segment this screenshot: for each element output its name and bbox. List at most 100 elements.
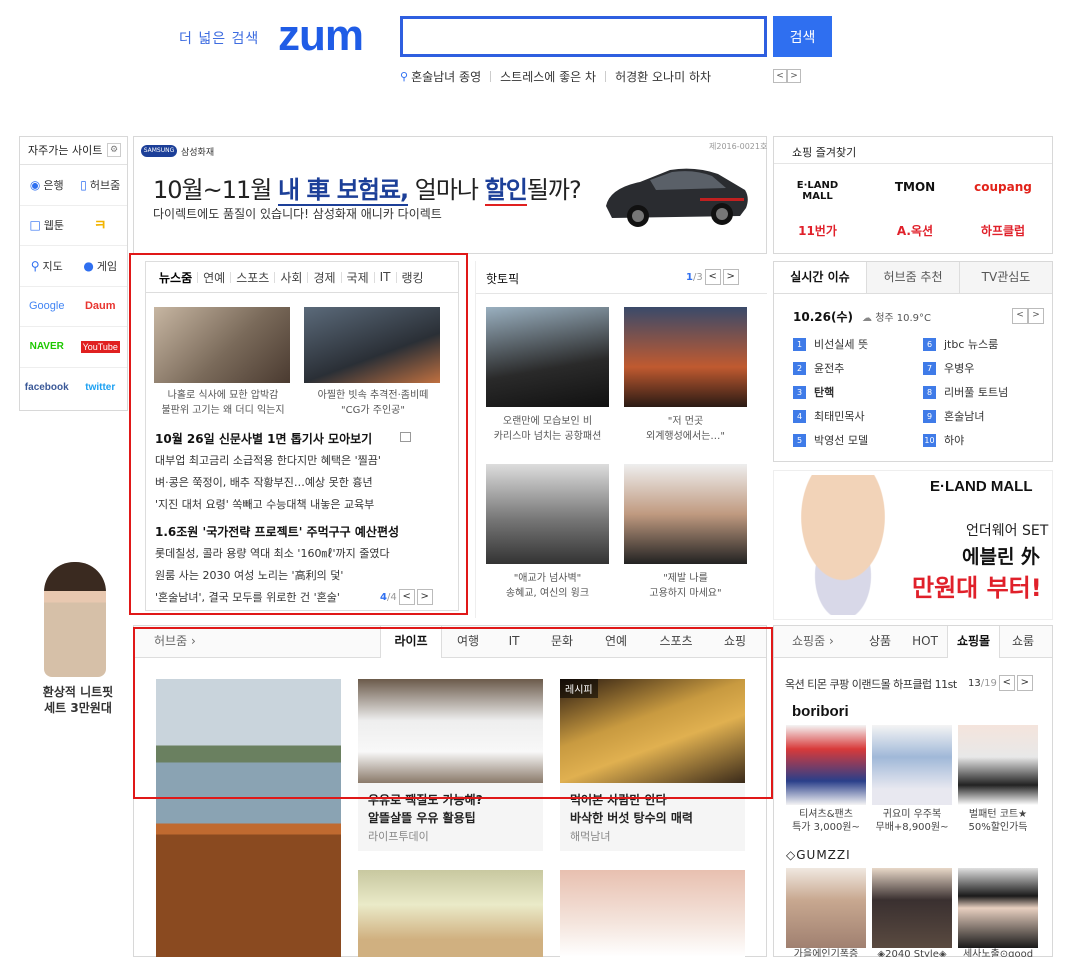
hubzum-card-title[interactable]: 우유로 팩질도 가능해? 알뜰살뜰 우유 활용팁 xyxy=(368,791,483,827)
hot-topic-caption[interactable]: 오랜만에 모습보인 비 카리스마 넘치는 공항패션 xyxy=(482,414,613,444)
news-item[interactable]: 롯데칠성, 콜라 용량 역대 최소 '160㎖'까지 줄였다 xyxy=(155,545,390,561)
product-caption[interactable]: 벌패턴 코트★ 50%할인가득 xyxy=(958,808,1038,834)
site-game[interactable]: ● 게임 xyxy=(74,246,128,286)
rank-item[interactable]: 3 탄핵 xyxy=(793,384,834,400)
mall-list[interactable]: 옥션 티몬 쿠팡 이랜드몰 하프클럽 11st xyxy=(785,676,957,692)
site-facebook[interactable]: facebook xyxy=(20,368,74,409)
hubzum-title[interactable]: 허브줌 › xyxy=(154,626,214,658)
shop-auction[interactable]: A.옥션 xyxy=(885,222,945,239)
trending-item[interactable]: 혼술남녀 종영 xyxy=(411,68,481,85)
tab-realtime[interactable]: 실시간 이슈 xyxy=(774,262,866,293)
site-kb[interactable]: ㅋ xyxy=(74,206,128,246)
product-image[interactable] xyxy=(786,868,866,948)
site-map[interactable]: ⚲ 지도 xyxy=(20,246,74,286)
hot-topic-photo[interactable] xyxy=(486,464,609,564)
news-item[interactable]: '지진 대처 요령' 쏙빼고 수능대책 내놓은 교육부 xyxy=(155,496,374,512)
rank-item[interactable]: 2 윤전추 xyxy=(793,360,844,376)
rank-item[interactable]: 5 박영선 모델 xyxy=(793,432,868,448)
rank-item[interactable]: 4 최태민목사 xyxy=(793,408,865,424)
product-image[interactable] xyxy=(958,725,1038,805)
shop-tmon[interactable]: TMON xyxy=(885,180,945,194)
news-item[interactable]: '혼술남녀', 결국 모두를 위로한 건 '혼술' xyxy=(155,589,340,605)
product-image[interactable] xyxy=(872,868,952,948)
product-caption[interactable]: 가을에인기폭증 xyxy=(786,948,866,957)
tab-tv-interest[interactable]: TV관심도 xyxy=(959,262,1052,293)
next-arrow-icon[interactable]: > xyxy=(722,269,739,285)
site-daum[interactable]: Daum xyxy=(74,287,128,327)
news-photo[interactable] xyxy=(304,307,440,383)
rank-item[interactable]: 7 우병우 xyxy=(923,360,974,376)
product-caption[interactable]: ◈2040 Style◈ xyxy=(872,948,952,957)
tab-life[interactable]: 라이프 xyxy=(380,626,442,658)
rank-item[interactable]: 8 리버풀 토트넘 xyxy=(923,384,1008,400)
product-image[interactable] xyxy=(958,868,1038,948)
next-arrow-icon[interactable]: > xyxy=(787,69,801,83)
news-photo-caption[interactable]: 아찔한 빗속 추격전·좀비떼 "CG가 주인공" xyxy=(300,388,446,418)
gear-icon[interactable]: ⚙ xyxy=(107,143,121,157)
tab-world[interactable]: 국제 xyxy=(342,269,374,286)
tab-ranking[interactable]: 랭킹 xyxy=(397,269,429,286)
tab-hot[interactable]: HOT xyxy=(908,626,942,658)
product-image[interactable] xyxy=(872,725,952,805)
hot-topic-photo[interactable] xyxy=(624,307,747,407)
trending-item[interactable]: 스트레스에 좋은 차 xyxy=(500,68,596,85)
shop-halfclub[interactable]: 하프클럽 xyxy=(970,222,1036,239)
trending-item[interactable]: 허경환 오나미 하차 xyxy=(615,68,711,85)
tab-it[interactable]: IT xyxy=(494,626,534,658)
tab-showroom[interactable]: 쇼룸 xyxy=(1006,626,1040,658)
boribori-logo[interactable]: boribori xyxy=(792,703,849,720)
rank-item[interactable]: 10 하야 xyxy=(923,432,964,448)
tab-travel[interactable]: 여행 xyxy=(442,626,494,658)
tab-economy[interactable]: 경제 xyxy=(308,269,340,286)
tab-hubzum-recommend[interactable]: 허브줌 추천 xyxy=(866,262,959,293)
site-twitter[interactable]: twitter xyxy=(74,368,128,409)
prev-arrow-icon[interactable]: < xyxy=(398,589,415,605)
site-webtoon[interactable]: □ 웹툰 xyxy=(20,206,74,246)
news-photo[interactable] xyxy=(154,307,290,383)
rank-item[interactable]: 6 jtbc 뉴스룸 xyxy=(923,336,998,352)
prev-arrow-icon[interactable]: < xyxy=(704,269,721,285)
hot-topic-photo[interactable] xyxy=(624,464,747,564)
tab-shopping-mall[interactable]: 쇼핑몰 xyxy=(947,626,1000,658)
site-youtube[interactable]: YouTube xyxy=(74,327,128,367)
hubzum-card-title[interactable]: 먹어본 사람만 안다 바삭한 버섯 탕수의 매력 xyxy=(570,791,693,827)
news-photo-caption[interactable]: 나홀로 식사에 묘한 압박감 불판위 고기는 왜 더디 익는지 xyxy=(150,388,296,418)
product-image[interactable] xyxy=(786,725,866,805)
left-ad-image[interactable] xyxy=(44,562,106,677)
news-headline[interactable]: 1.6조원 '국가전략 프로젝트' 주먹구구 예산편성 xyxy=(155,523,399,540)
next-arrow-icon[interactable]: > xyxy=(416,589,433,605)
tab-sports[interactable]: 스포츠 xyxy=(642,626,710,658)
tab-society[interactable]: 사회 xyxy=(275,269,307,286)
news-item[interactable]: 대부업 최고금리 소급적용 한다지만 혜택은 '찔끔' xyxy=(155,452,381,468)
hot-topic-photo[interactable] xyxy=(486,307,609,407)
tab-shopping[interactable]: 쇼핑 xyxy=(710,626,760,658)
hubzum-card-image[interactable] xyxy=(358,679,543,783)
search-button[interactable]: 검색 xyxy=(773,16,832,57)
search-input[interactable] xyxy=(400,16,767,57)
prev-arrow-icon[interactable]: < xyxy=(773,69,787,83)
rank-item[interactable]: 1 비선실세 뜻 xyxy=(793,336,868,352)
hot-topic-caption[interactable]: "제발 나를 고용하지 마세요" xyxy=(620,571,751,601)
news-headline[interactable]: 10월 26일 신문사별 1면 톱기사 모아보기 xyxy=(155,430,372,447)
hubzum-card-image[interactable] xyxy=(358,870,543,957)
next-arrow-icon[interactable]: > xyxy=(1016,675,1033,691)
news-item[interactable]: 원룸 사는 2030 여성 노리는 '高利의 덫' xyxy=(155,567,343,583)
prev-arrow-icon[interactable]: < xyxy=(1012,308,1028,324)
news-item[interactable]: 벼·콩은 쭉정이, 배추 작황부진…예상 못한 흉년 xyxy=(155,474,373,490)
tab-it[interactable]: IT xyxy=(375,270,396,284)
shoppingzum-title[interactable]: 쇼핑줌 › xyxy=(792,626,848,658)
tab-entertainment[interactable]: 연예 xyxy=(198,269,230,286)
tab-newszum[interactable]: 뉴스줌 xyxy=(154,269,197,286)
product-caption[interactable]: 세사노출⊙good xyxy=(958,948,1038,957)
tab-entertainment[interactable]: 연예 xyxy=(590,626,642,658)
gumzzi-logo[interactable]: ◇GUMZZI xyxy=(786,848,851,862)
tab-culture[interactable]: 문화 xyxy=(534,626,590,658)
shop-11st[interactable]: 11번가 xyxy=(790,222,845,239)
site-hubzum[interactable]: ▯ 허브줌 xyxy=(74,165,128,205)
shop-eland[interactable]: E·LAND MALL xyxy=(790,180,845,202)
rank-item[interactable]: 9 혼술남녀 xyxy=(923,408,984,424)
shop-coupang[interactable]: coupang xyxy=(970,180,1036,194)
hot-topic-caption[interactable]: "애교가 넘사벽" 송혜교, 여신의 윙크 xyxy=(482,571,613,601)
tab-sports[interactable]: 스포츠 xyxy=(231,269,274,286)
site-naver[interactable]: NAVER xyxy=(20,327,74,367)
